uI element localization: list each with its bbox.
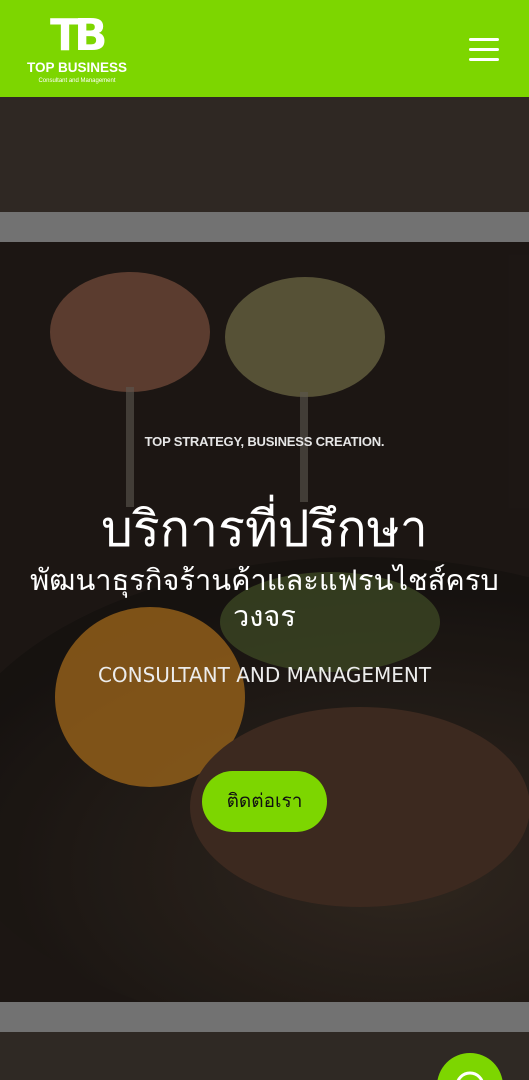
brand-logo[interactable]: TB TOP BUSINESS Consultant and Managemen…	[22, 10, 132, 90]
hamburger-menu-icon[interactable]	[469, 38, 499, 62]
brand-name: TOP BUSINESS	[26, 60, 128, 75]
contact-us-button[interactable]: ติดต่อเรา	[202, 771, 327, 832]
site-header: TB TOP BUSINESS Consultant and Managemen…	[0, 0, 529, 97]
brand-tagline: Consultant and Management	[38, 78, 116, 84]
hero-headline: บริการที่ปรึกษา	[101, 500, 428, 558]
hero-subheadline: พัฒนาธุรกิจร้านค้าและแฟรนไชส์ครบวงจร	[30, 563, 499, 633]
hero-tagline: TOP STRATEGY, BUSINESS CREATION.	[144, 434, 385, 449]
chat-icon[interactable]	[437, 1053, 503, 1080]
logo-mark: TB	[50, 10, 108, 61]
hero-section: TOP STRATEGY, BUSINESS CREATION. บริการท…	[0, 97, 529, 1080]
hero-service-label: CONSULTANT AND MANAGEMENT	[97, 663, 432, 687]
